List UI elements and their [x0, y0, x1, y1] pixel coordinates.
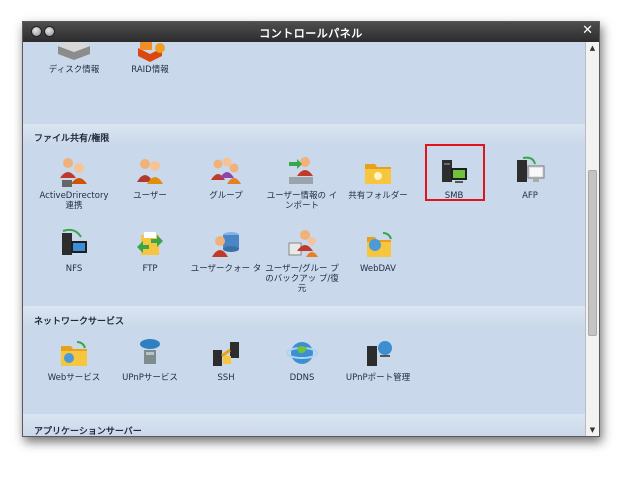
- item-label: DDNS: [289, 373, 315, 383]
- item-label: UPnPポート管理: [345, 373, 411, 383]
- item-ddns[interactable]: DDNS: [264, 336, 340, 383]
- item-afp[interactable]: AFP: [492, 154, 568, 201]
- item-label: ディスク情報: [48, 65, 100, 75]
- item-webdav[interactable]: WebDAV: [340, 227, 416, 274]
- section-title: ネットワークサービス: [34, 317, 125, 327]
- afp-icon: [517, 156, 545, 182]
- disk-info-icon: [58, 42, 90, 60]
- item-label: ユーザー情報の インポート: [266, 191, 338, 211]
- raid-info-icon: [138, 42, 165, 62]
- item-upnp-port[interactable]: UPnPポート管理: [340, 336, 416, 383]
- content-area: ディスク情報 RAID情報 ファイル共有/権限 ActiveDrirectory…: [23, 42, 585, 436]
- item-label: ユーザー/グルー プのバックアッ プ/復元: [265, 264, 339, 294]
- webdav-icon: [367, 232, 392, 257]
- user-quota-icon: [212, 232, 239, 257]
- item-upnp-service[interactable]: UPnPサービス: [112, 336, 188, 383]
- ftp-icon: [137, 232, 163, 255]
- vertical-scrollbar[interactable]: ▲ ▼: [585, 42, 599, 436]
- item-label: 共有フォルダー: [348, 191, 408, 201]
- section-title: アプリケーションサーバー: [34, 427, 142, 436]
- section-application-server: アプリケーションサーバー: [23, 414, 585, 436]
- shared-folder-icon: [365, 164, 391, 184]
- item-backup-restore[interactable]: ユーザー/グルー プのバックアッ プ/復元: [264, 227, 340, 294]
- active-directory-icon: [60, 158, 87, 187]
- item-disk-info[interactable]: ディスク情報: [36, 42, 112, 75]
- item-label: ユーザー: [133, 191, 167, 201]
- item-label: NFS: [65, 264, 83, 274]
- item-active-directory[interactable]: ActiveDrirectory 連携: [36, 154, 112, 211]
- item-user-quota[interactable]: ユーザークォー タ: [188, 227, 264, 274]
- backup-restore-icon: [288, 230, 318, 257]
- item-ftp[interactable]: FTP: [112, 227, 188, 274]
- close-icon[interactable]: ✕: [582, 24, 593, 38]
- item-raid-info[interactable]: RAID情報: [112, 42, 188, 75]
- scroll-down-icon[interactable]: ▼: [586, 424, 599, 436]
- group-icon: [211, 157, 241, 184]
- user-import-icon: [289, 157, 313, 184]
- item-label: ユーザークォー タ: [190, 264, 262, 274]
- item-nfs[interactable]: NFS: [36, 227, 112, 274]
- item-label: FTP: [142, 264, 158, 274]
- item-label: グループ: [209, 191, 243, 201]
- web-service-icon: [61, 341, 87, 366]
- item-label: ActiveDrirectory 連携: [39, 191, 109, 211]
- item-label: UPnPサービス: [122, 373, 178, 383]
- ddns-icon: [286, 342, 318, 364]
- item-label: WebDAV: [359, 264, 396, 274]
- item-label: AFP: [522, 191, 538, 201]
- item-user[interactable]: ユーザー: [112, 154, 188, 201]
- smb-highlight-box: [425, 144, 485, 201]
- item-shared-folder[interactable]: 共有フォルダー: [340, 154, 416, 201]
- item-web-service[interactable]: Webサービス: [36, 336, 112, 383]
- nfs-icon: [62, 228, 87, 255]
- control-panel-window: コントロールパネル ✕ ディスク情報 RAID情報 ファイル共有/権限 Acti…: [22, 21, 600, 437]
- item-user-import[interactable]: ユーザー情報の インポート: [264, 154, 340, 211]
- item-label: RAID情報: [131, 65, 169, 75]
- ssh-icon: [213, 342, 239, 366]
- upnp-port-icon: [367, 341, 392, 366]
- item-label: SSH: [217, 373, 235, 383]
- item-label: Webサービス: [47, 373, 101, 383]
- user-icon: [137, 159, 163, 184]
- title-bar[interactable]: コントロールパネル ✕: [23, 22, 599, 42]
- item-group[interactable]: グループ: [188, 154, 264, 201]
- scrollbar-thumb[interactable]: [588, 170, 597, 336]
- upnp-service-icon: [140, 339, 160, 364]
- section-file-sharing: ファイル共有/権限 ActiveDrirectory 連携 ユーザー グループ …: [23, 124, 585, 306]
- section-title: ファイル共有/権限: [34, 134, 110, 144]
- window-title: コントロールパネル: [259, 27, 363, 40]
- item-ssh[interactable]: SSH: [188, 336, 264, 383]
- section-network-services: ネットワークサービス Webサービス UPnPサービス SSH DDNS UPn…: [23, 306, 585, 414]
- scroll-up-icon[interactable]: ▲: [586, 42, 599, 54]
